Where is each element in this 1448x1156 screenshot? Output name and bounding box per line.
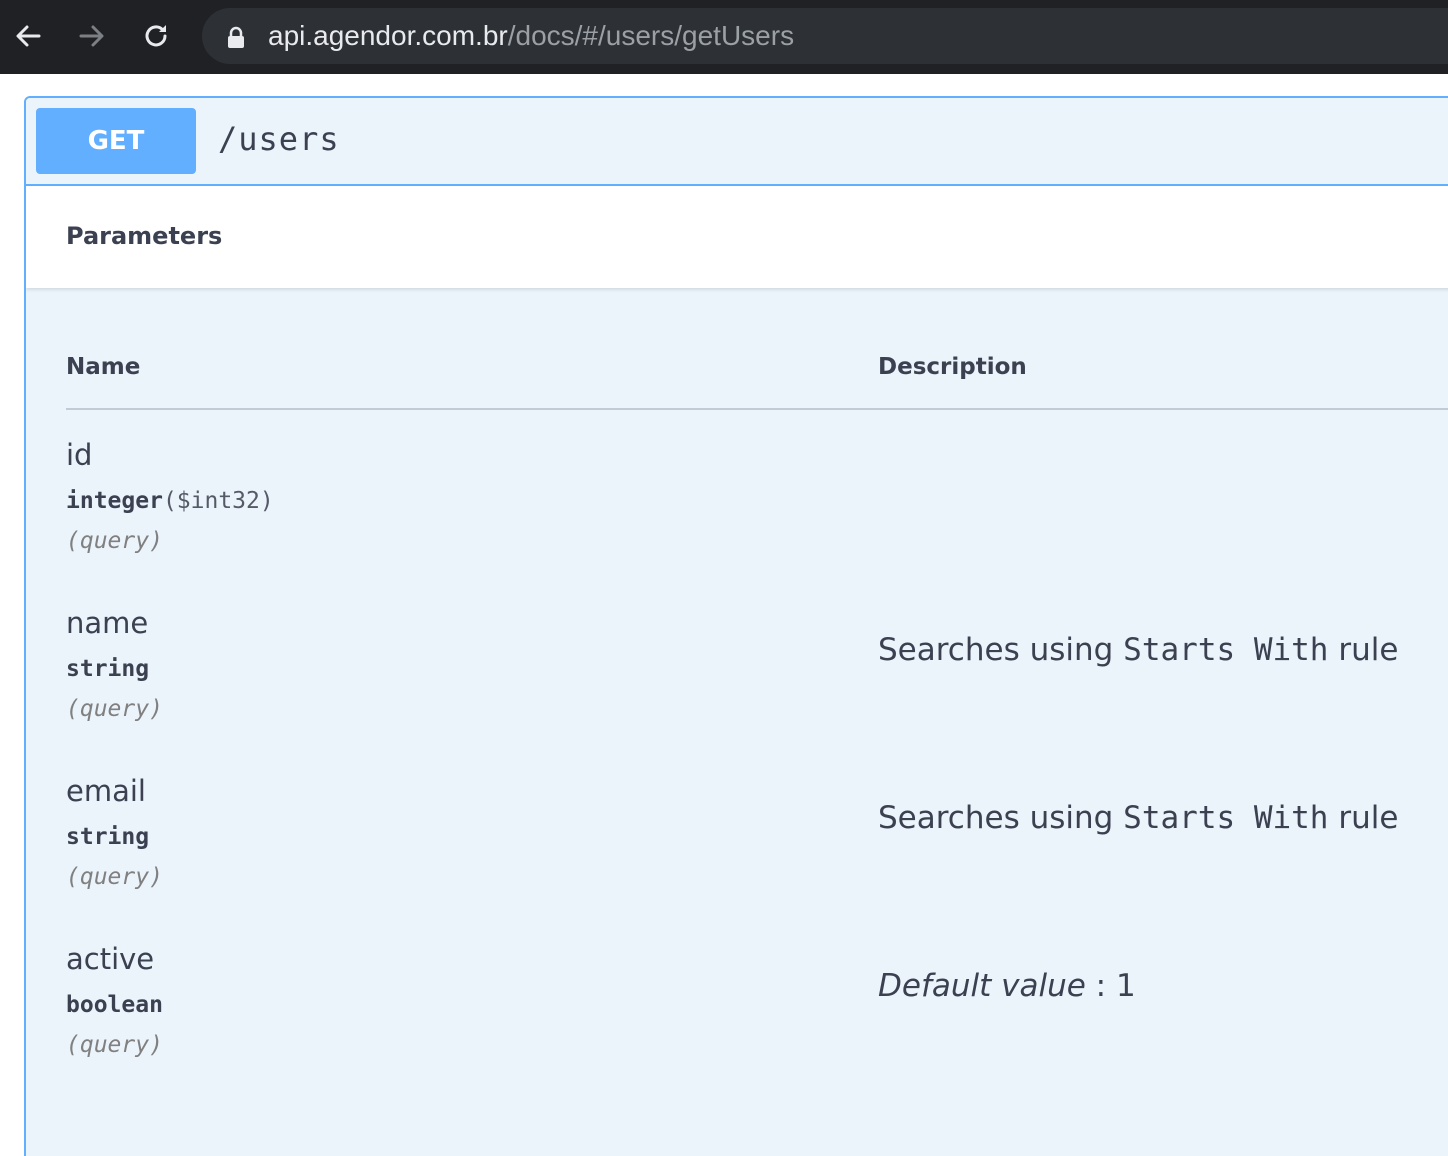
url-path: /docs/#/users/getUsers [507, 20, 795, 51]
parameter-name: email [66, 774, 146, 808]
description-code: Starts With [1123, 800, 1329, 836]
column-header-description: Description [878, 354, 1027, 380]
parameter-default: Default value : 1 [878, 968, 1136, 1004]
parameter-type: string [66, 656, 150, 682]
default-value-label: Default value [878, 968, 1086, 1004]
parameter-name: name [66, 606, 149, 640]
default-value: 1 [1115, 968, 1136, 1004]
parameter-description: Searches using Starts With rule [878, 632, 1398, 668]
parameter-location: (query) [66, 1032, 163, 1058]
method-badge: GET [36, 108, 196, 174]
parameter-type: string [66, 824, 150, 850]
parameter-type: integer($int32) [66, 488, 274, 514]
forward-button[interactable] [72, 12, 112, 60]
page-content: GET /users Parameters Name Description i… [0, 74, 1448, 1156]
table-divider [66, 408, 1448, 410]
back-arrow-icon [16, 25, 41, 47]
parameter-type: boolean [66, 992, 163, 1018]
url-text[interactable]: api.agendor.com.br/docs/#/users/getUsers [268, 8, 794, 64]
browser-toolbar: api.agendor.com.br/docs/#/users/getUsers [0, 0, 1448, 74]
parameter-row-active: active boolean (query) Default value : 1 [26, 942, 1448, 1110]
parameters-title: Parameters [66, 222, 223, 250]
parameter-location: (query) [66, 528, 163, 554]
operation-path: /users [218, 120, 340, 158]
parameter-row-id: id integer($int32) (query) [26, 438, 1448, 606]
back-button[interactable] [8, 12, 48, 60]
operation-block-get: GET /users Parameters Name Description i… [24, 96, 1448, 1156]
description-text: Searches using [878, 632, 1124, 668]
parameter-description: Searches using Starts With rule [878, 800, 1398, 836]
parameters-header: Parameters [26, 186, 1448, 288]
description-code: Starts With [1123, 632, 1329, 668]
parameter-row-name: name string (query) Searches using Start… [26, 606, 1448, 774]
parameter-location: (query) [66, 864, 163, 890]
url-host: api.agendor.com.br [268, 20, 508, 51]
column-header-name: Name [66, 354, 141, 380]
forward-arrow-icon [79, 25, 104, 47]
lock-icon[interactable] [226, 26, 246, 48]
address-bar[interactable]: api.agendor.com.br/docs/#/users/getUsers [202, 8, 1448, 64]
parameter-location: (query) [66, 696, 163, 722]
default-value-separator: : [1085, 968, 1116, 1004]
parameter-row-email: email string (query) Searches using Star… [26, 774, 1448, 942]
parameter-type-name: integer [66, 488, 163, 514]
description-text-end: rule [1328, 800, 1399, 836]
description-text: Searches using [878, 800, 1124, 836]
reload-button[interactable] [136, 12, 176, 60]
parameter-name: id [66, 438, 93, 472]
description-text-end: rule [1328, 632, 1399, 668]
reload-icon [145, 25, 167, 47]
parameter-name: active [66, 942, 155, 976]
parameter-format: ($int32) [162, 488, 274, 514]
operation-summary[interactable]: GET /users [26, 98, 1448, 186]
